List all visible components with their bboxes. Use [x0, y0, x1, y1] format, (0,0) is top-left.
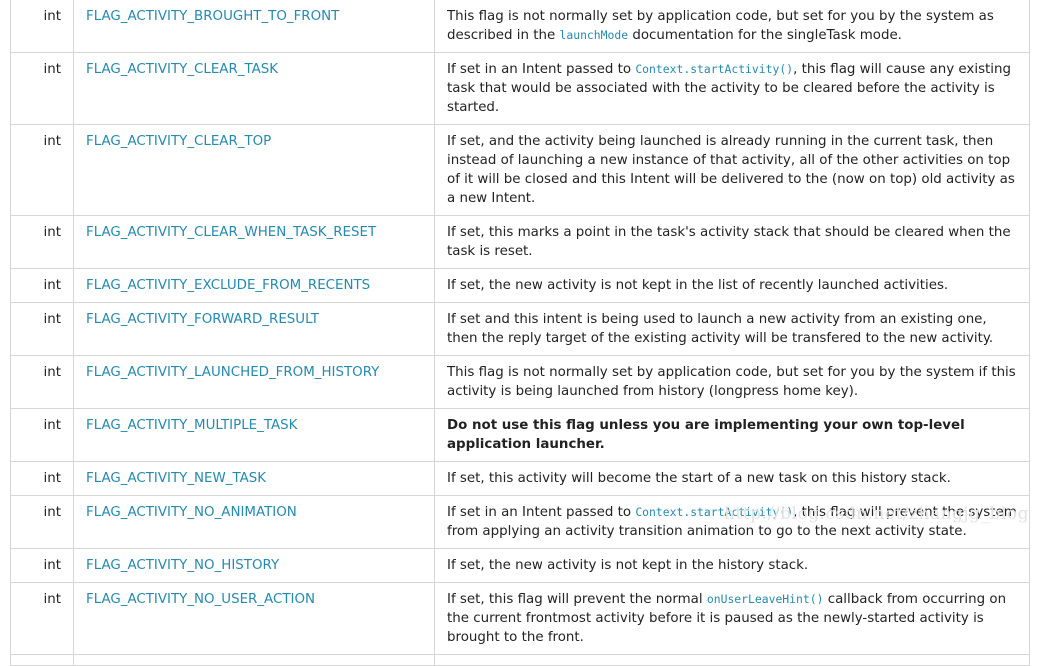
watermark: http://blog.csdn.net/zhangjg_blog	[723, 504, 1029, 524]
constant-name-link[interactable]: FLAG_ACTIVITY_LAUNCHED_FROM_HISTORY	[86, 365, 379, 380]
constant-description: If set, this marks a point in the task's…	[434, 215, 1030, 269]
table-row	[10, 654, 1030, 666]
description-text: If set in an Intent passed to	[447, 62, 636, 77]
constant-description: If set and this intent is being used to …	[434, 302, 1030, 356]
constant-description: If set, and the activity being launched …	[434, 124, 1030, 216]
constant-type: int	[10, 268, 74, 303]
table-row: int FLAG_ACTIVITY_MULTIPLE_TASK Do not use…	[10, 408, 1030, 462]
table-row: int FLAG_ACTIVITY_LAUNCHED_FROM_HISTORY Th…	[10, 355, 1030, 409]
description-text: documentation for the singleTask mode.	[628, 28, 902, 43]
constant-type: int	[10, 0, 74, 53]
constant-type: int	[10, 52, 74, 125]
constant-type: int	[10, 215, 74, 269]
code-reference-link[interactable]: Context.startActivity()	[635, 62, 793, 76]
table-row: int FLAG_ACTIVITY_NO_HISTORY If set, the n…	[10, 548, 1030, 583]
constant-name-cell: FLAG_ACTIVITY_CLEAR_WHEN_TASK_RESET	[73, 215, 435, 269]
constant-type: int	[10, 582, 74, 655]
constant-type: int	[10, 302, 74, 356]
constant-name-link[interactable]: FLAG_ACTIVITY_CLEAR_TASK	[86, 62, 278, 77]
constant-name-link[interactable]: FLAG_ACTIVITY_CLEAR_WHEN_TASK_RESET	[86, 225, 376, 240]
code-reference-link[interactable]: onUserLeaveHint()	[707, 592, 824, 606]
constant-name-cell: FLAG_ACTIVITY_FORWARD_RESULT	[73, 302, 435, 356]
description-text: If set, this activity will become the st…	[447, 471, 951, 486]
constant-name-cell: FLAG_ACTIVITY_EXCLUDE_FROM_RECENTS	[73, 268, 435, 303]
constant-name-link[interactable]: FLAG_ACTIVITY_NO_HISTORY	[86, 558, 279, 573]
table-row: int FLAG_ACTIVITY_CLEAR_WHEN_TASK_RESET If…	[10, 215, 1030, 269]
constant-name-cell: FLAG_ACTIVITY_NEW_TASK	[73, 461, 435, 496]
description-text: If set, this marks a point in the task's…	[447, 225, 1011, 259]
constant-name-link[interactable]: FLAG_ACTIVITY_BROUGHT_TO_FRONT	[86, 9, 339, 24]
constant-description: This flag is not normally set by applica…	[434, 355, 1030, 409]
description-text: If set in an Intent passed to	[447, 505, 636, 520]
constant-name-cell: FLAG_ACTIVITY_LAUNCHED_FROM_HISTORY	[73, 355, 435, 409]
description-text: If set, and the activity being launched …	[447, 134, 1015, 206]
constant-type: int	[10, 124, 74, 216]
description-text: If set, this flag will prevent the norma…	[447, 592, 707, 607]
constant-name-link[interactable]: FLAG_ACTIVITY_NEW_TASK	[86, 471, 266, 486]
empty-cell	[73, 654, 435, 666]
constant-description: If set in an Intent passed to Context.st…	[434, 52, 1030, 125]
constant-description: Do not use this flag unless you are impl…	[434, 408, 1030, 462]
description-text: This flag is not normally set by applica…	[447, 365, 1016, 399]
constant-description: If set, the new activity is not kept in …	[434, 548, 1030, 583]
table-row: int FLAG_ACTIVITY_EXCLUDE_FROM_RECENTS If …	[10, 268, 1030, 303]
constant-name-link[interactable]: FLAG_ACTIVITY_CLEAR_TOP	[86, 134, 271, 149]
constant-name-link[interactable]: FLAG_ACTIVITY_NO_ANIMATION	[86, 505, 297, 520]
description-text: If set, the new activity is not kept in …	[447, 558, 809, 573]
constant-description: If set, the new activity is not kept in …	[434, 268, 1030, 303]
warning-text: Do not use this flag unless you are impl…	[447, 418, 965, 452]
constant-type: int	[10, 495, 74, 549]
table-row: int FLAG_ACTIVITY_BROUGHT_TO_FRONT This fl…	[10, 0, 1030, 53]
constants-table: int FLAG_ACTIVITY_BROUGHT_TO_FRONT This fl…	[10, 0, 1030, 666]
constant-type: int	[10, 355, 74, 409]
constant-name-link[interactable]: FLAG_ACTIVITY_NO_USER_ACTION	[86, 592, 315, 607]
constant-name-cell: FLAG_ACTIVITY_NO_HISTORY	[73, 548, 435, 583]
table-row: int FLAG_ACTIVITY_CLEAR_TASK If set in an …	[10, 52, 1030, 125]
constant-name-cell: FLAG_ACTIVITY_BROUGHT_TO_FRONT	[73, 0, 435, 53]
constant-type: int	[10, 548, 74, 583]
constant-name-cell: FLAG_ACTIVITY_CLEAR_TASK	[73, 52, 435, 125]
description-text: If set and this intent is being used to …	[447, 312, 994, 346]
constant-name-link[interactable]: FLAG_ACTIVITY_MULTIPLE_TASK	[86, 418, 297, 433]
constant-name-link[interactable]: FLAG_ACTIVITY_FORWARD_RESULT	[86, 312, 319, 327]
code-reference-link[interactable]: launchMode	[560, 28, 629, 42]
constant-name-link[interactable]: FLAG_ACTIVITY_EXCLUDE_FROM_RECENTS	[86, 278, 370, 293]
table-row: int FLAG_ACTIVITY_FORWARD_RESULT If set an…	[10, 302, 1030, 356]
constant-name-cell: FLAG_ACTIVITY_MULTIPLE_TASK	[73, 408, 435, 462]
empty-cell	[10, 654, 74, 666]
description-text: If set, the new activity is not kept in …	[447, 278, 949, 293]
table-row: int FLAG_ACTIVITY_CLEAR_TOP If set, and th…	[10, 124, 1030, 216]
constant-description: This flag is not normally set by applica…	[434, 0, 1030, 53]
constant-description: If set, this activity will become the st…	[434, 461, 1030, 496]
constant-description: If set, this flag will prevent the norma…	[434, 582, 1030, 655]
table-row: int FLAG_ACTIVITY_NEW_TASK If set, this ac…	[10, 461, 1030, 496]
constant-name-cell: FLAG_ACTIVITY_NO_ANIMATION	[73, 495, 435, 549]
constant-type: int	[10, 461, 74, 496]
empty-cell	[434, 654, 1030, 666]
constant-type: int	[10, 408, 74, 462]
constant-name-cell: FLAG_ACTIVITY_CLEAR_TOP	[73, 124, 435, 216]
constant-name-cell: FLAG_ACTIVITY_NO_USER_ACTION	[73, 582, 435, 655]
table-row: int FLAG_ACTIVITY_NO_USER_ACTION If set, t…	[10, 582, 1030, 655]
